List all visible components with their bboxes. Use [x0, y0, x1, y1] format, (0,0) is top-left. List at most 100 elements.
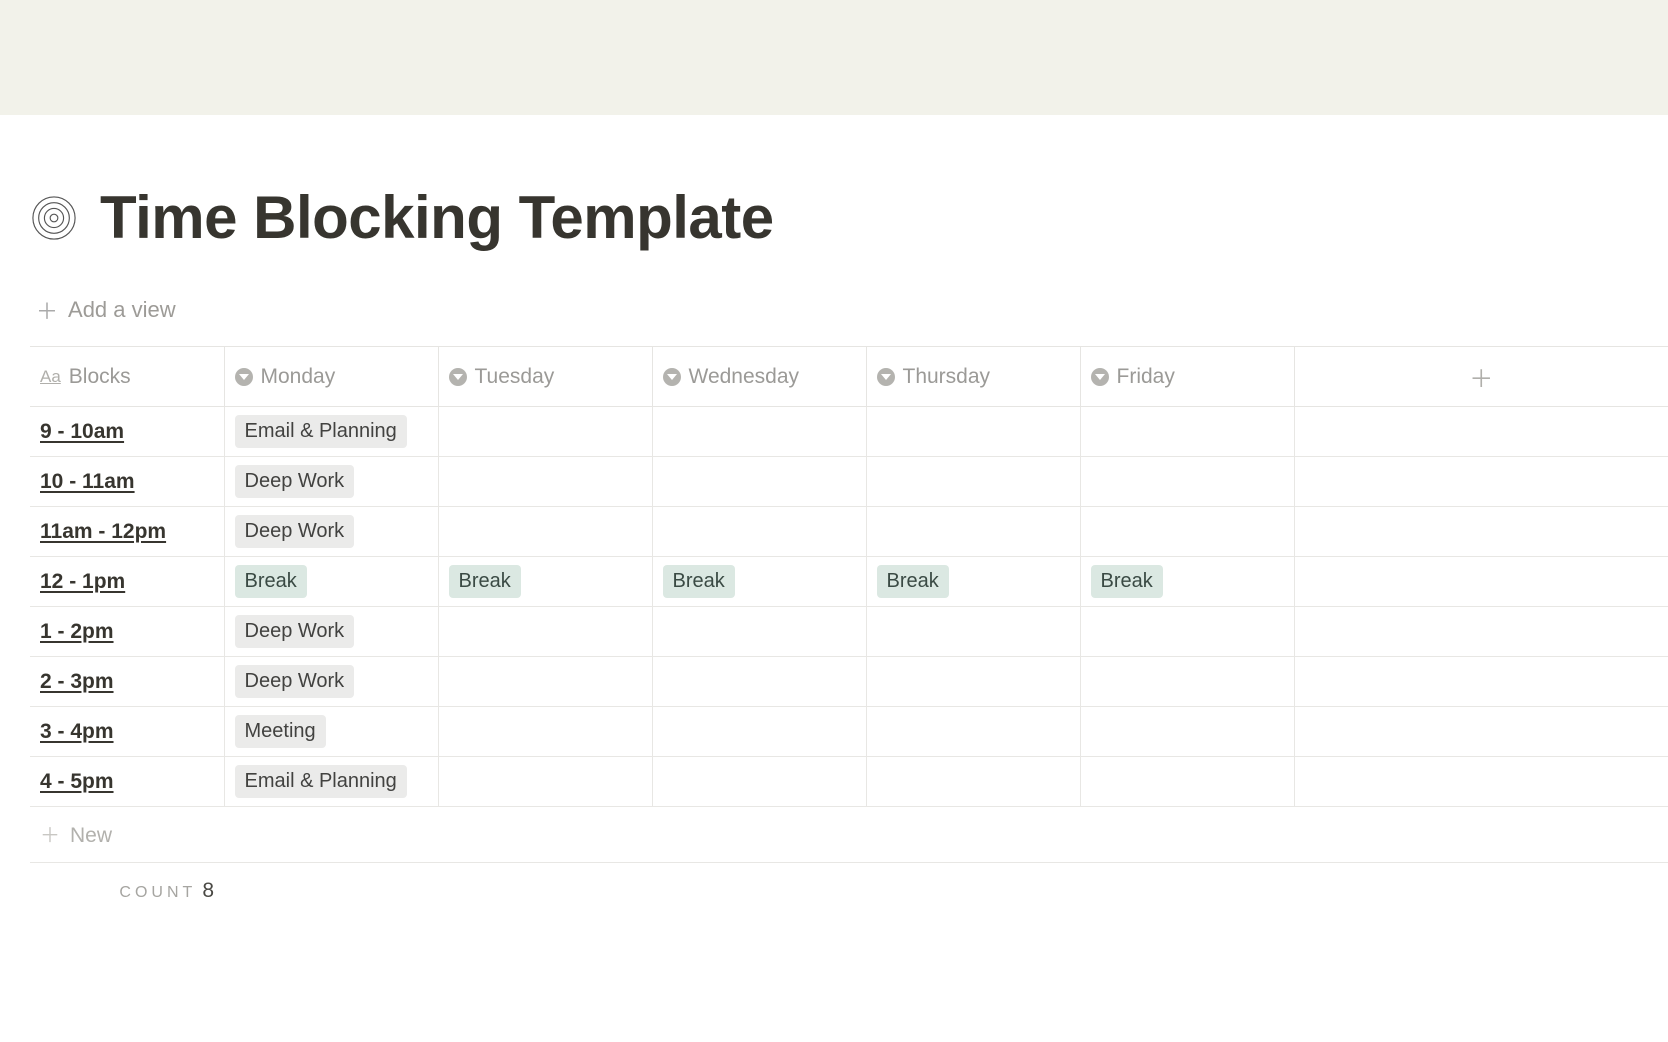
table-row[interactable]: 1 - 2pmDeep Work [30, 607, 1668, 657]
footer-blank-cell [866, 863, 1080, 920]
day-cell[interactable] [866, 507, 1080, 557]
column-header-blocks[interactable]: Aa Blocks [30, 347, 224, 407]
day-cell[interactable] [866, 607, 1080, 657]
day-cell[interactable] [866, 457, 1080, 507]
block-time-cell[interactable]: 4 - 5pm [30, 757, 224, 807]
row-trailing-cell [1294, 707, 1668, 757]
day-cell[interactable]: Break [1080, 557, 1294, 607]
footer-blank-cell [438, 863, 652, 920]
day-cell[interactable]: Meeting [224, 707, 438, 757]
day-cell[interactable] [1080, 457, 1294, 507]
day-cell[interactable]: Deep Work [224, 457, 438, 507]
tag-deep-work: Deep Work [235, 465, 355, 498]
day-cell[interactable] [652, 607, 866, 657]
tag-deep-work: Deep Work [235, 665, 355, 698]
page-target-icon[interactable] [30, 194, 78, 242]
plus-icon: ＋ [40, 825, 60, 847]
day-cell[interactable]: Deep Work [224, 507, 438, 557]
select-property-icon [663, 368, 681, 386]
tag-break: Break [877, 565, 949, 598]
block-time-cell[interactable]: 10 - 11am [30, 457, 224, 507]
plus-icon: ＋ [1469, 366, 1493, 393]
new-row-label: New [70, 824, 112, 847]
table-row[interactable]: 10 - 11am Deep Work [30, 457, 1668, 507]
day-cell[interactable] [866, 657, 1080, 707]
table-row[interactable]: 4 - 5pm Email & Planning [30, 757, 1668, 807]
select-property-icon [235, 368, 253, 386]
column-header-friday[interactable]: Friday [1080, 347, 1294, 407]
day-cell[interactable] [438, 607, 652, 657]
day-cell[interactable] [652, 457, 866, 507]
day-cell[interactable] [438, 707, 652, 757]
new-row-button[interactable]: ＋ New [30, 807, 1668, 863]
add-column-button[interactable]: ＋ [1294, 347, 1668, 407]
count-value: 8 [202, 879, 214, 902]
day-cell[interactable] [1080, 707, 1294, 757]
day-cell[interactable] [1080, 757, 1294, 807]
day-cell[interactable]: Break [438, 557, 652, 607]
day-cell[interactable]: Deep Work [224, 657, 438, 707]
table-row[interactable]: 2 - 3pm Deep Work [30, 657, 1668, 707]
column-header-wednesday[interactable]: Wednesday [652, 347, 866, 407]
day-cell[interactable] [866, 707, 1080, 757]
day-cell[interactable] [1080, 607, 1294, 657]
block-time-cell[interactable]: 1 - 2pm [30, 607, 224, 657]
plus-icon: ＋ [36, 294, 58, 326]
tag-break: Break [663, 565, 735, 598]
count-label: count [119, 884, 196, 901]
day-cell[interactable] [866, 407, 1080, 457]
column-header-label: Friday [1117, 365, 1175, 389]
day-cell[interactable]: Break [224, 557, 438, 607]
day-cell[interactable] [652, 757, 866, 807]
day-cell[interactable]: Break [866, 557, 1080, 607]
block-time-cell[interactable]: 3 - 4pm [30, 707, 224, 757]
column-header-monday[interactable]: Monday [224, 347, 438, 407]
day-cell[interactable] [866, 757, 1080, 807]
day-cell[interactable] [438, 657, 652, 707]
footer-blank-cell [1080, 863, 1294, 920]
select-property-icon [1091, 368, 1109, 386]
day-cell[interactable] [438, 507, 652, 557]
table-row[interactable]: 11am - 12pmDeep Work [30, 507, 1668, 557]
row-trailing-cell [1294, 557, 1668, 607]
day-cell[interactable] [1080, 657, 1294, 707]
column-header-label: Tuesday [475, 365, 555, 389]
day-cell[interactable] [652, 657, 866, 707]
block-time-cell[interactable]: 12 - 1pm [30, 557, 224, 607]
day-cell[interactable] [652, 407, 866, 457]
day-cell[interactable]: Deep Work [224, 607, 438, 657]
table-row[interactable]: 3 - 4pm Meeting [30, 707, 1668, 757]
add-view-button[interactable]: ＋ Add a view [36, 294, 176, 326]
day-cell[interactable]: Email & Planning [224, 407, 438, 457]
day-cell[interactable]: Email & Planning [224, 757, 438, 807]
day-cell[interactable] [438, 757, 652, 807]
day-cell[interactable] [438, 407, 652, 457]
title-row: Time Blocking Template [30, 115, 1668, 252]
table-row[interactable]: 9 - 10amEmail & Planning [30, 407, 1668, 457]
day-cell[interactable]: Break [652, 557, 866, 607]
table-row[interactable]: 12 - 1pmBreakBreakBreakBreakBreak [30, 557, 1668, 607]
text-property-icon: Aa [40, 367, 61, 387]
footer-blank-cell [1294, 863, 1668, 920]
tag-break: Break [1091, 565, 1163, 598]
day-cell[interactable] [652, 707, 866, 757]
count-cell[interactable]: count 8 [30, 863, 224, 920]
day-cell[interactable] [438, 457, 652, 507]
day-cell[interactable] [652, 507, 866, 557]
column-header-label: Blocks [69, 365, 131, 389]
footer-blank-cell [224, 863, 438, 920]
day-cell[interactable] [1080, 407, 1294, 457]
day-cell[interactable] [1080, 507, 1294, 557]
select-property-icon [877, 368, 895, 386]
table-header-row: Aa Blocks Monday Tuesday [30, 347, 1668, 407]
column-header-tuesday[interactable]: Tuesday [438, 347, 652, 407]
block-time-cell[interactable]: 9 - 10am [30, 407, 224, 457]
tag-email-planning: Email & Planning [235, 765, 407, 798]
tag-meeting: Meeting [235, 715, 326, 748]
row-trailing-cell [1294, 607, 1668, 657]
block-time-cell[interactable]: 2 - 3pm [30, 657, 224, 707]
page-title[interactable]: Time Blocking Template [100, 183, 774, 252]
column-header-thursday[interactable]: Thursday [866, 347, 1080, 407]
column-header-label: Wednesday [689, 365, 800, 389]
block-time-cell[interactable]: 11am - 12pm [30, 507, 224, 557]
